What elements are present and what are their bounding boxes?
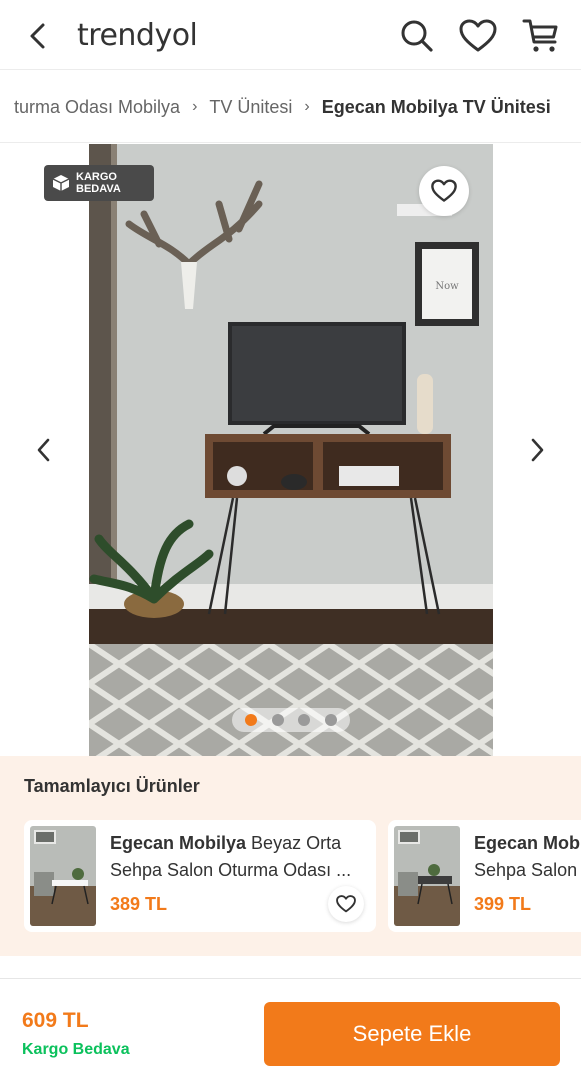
product-title[interactable]: Egecan Mobilya Beyaz Orta Sehpa Salon Ot… <box>110 830 368 884</box>
gallery-pagination <box>232 708 350 732</box>
box-icon <box>52 175 70 191</box>
svg-text:Now: Now <box>435 281 459 292</box>
product-gallery[interactable]: Now KARGO BEDAVA <box>0 144 581 756</box>
product-brand: Egecan Mobilya <box>110 833 247 853</box>
badge-line-2: BEDAVA <box>76 183 121 195</box>
chevron-right-icon: › <box>304 98 310 115</box>
back-button[interactable] <box>16 14 60 58</box>
product-image[interactable]: Now <box>89 144 493 756</box>
product-name: Sehpa Salon <box>474 860 578 880</box>
cart-icon <box>522 19 558 52</box>
breadcrumb-fade <box>0 71 16 142</box>
search-button[interactable] <box>395 14 439 58</box>
product-title[interactable]: Egecan Mob Sehpa Salon <box>474 830 581 884</box>
chevron-left-icon <box>30 23 45 49</box>
breadcrumb-item-tv-unit[interactable]: TV Ünitesi <box>209 97 292 118</box>
pagination-dot[interactable] <box>271 714 284 726</box>
search-icon <box>401 20 433 52</box>
add-to-cart-button[interactable]: Sepete Ekle <box>264 1002 560 1066</box>
product-price: 389 TL <box>110 894 168 914</box>
free-shipping-label: Kargo Bedava <box>22 1041 130 1058</box>
product-card[interactable]: Egecan Mob Sehpa Salon 399 TL <box>388 820 581 932</box>
complementary-products: Tamamlayıcı Ürünler Egecan Mobilya Beyaz… <box>0 756 581 956</box>
product-thumbnail[interactable] <box>30 826 96 926</box>
top-app-bar: trendyol <box>0 0 581 70</box>
pagination-dot-active[interactable] <box>245 714 258 726</box>
favorites-button[interactable] <box>456 14 500 58</box>
breadcrumb-current: Egecan Mobilya TV Ünitesi <box>321 96 551 117</box>
section-title: Tamamlayıcı Ürünler <box>24 776 200 796</box>
pagination-dot[interactable] <box>298 714 311 726</box>
heart-icon <box>431 179 457 202</box>
pagination-dot[interactable] <box>324 714 337 726</box>
add-to-favorites-button[interactable] <box>419 166 469 216</box>
bottom-action-bar: 609 TL Kargo Bedava Sepete Ekle <box>0 978 581 1080</box>
breadcrumb-item-living-room[interactable]: turma Odası Mobilya <box>14 97 180 118</box>
heart-icon <box>459 19 497 52</box>
brand-logo[interactable]: trendyol <box>77 14 198 58</box>
product-price: 609 TL <box>22 1009 89 1032</box>
product-thumbnail[interactable] <box>394 826 460 926</box>
badge-line-1: KARGO <box>76 171 117 183</box>
chevron-right-icon <box>531 438 544 462</box>
product-price: 399 TL <box>474 894 532 914</box>
chevron-left-icon <box>37 438 50 462</box>
tv-unit-photo: Now <box>89 144 493 756</box>
card-favorite-button[interactable] <box>328 886 364 922</box>
heart-icon <box>336 895 356 913</box>
cart-button[interactable] <box>519 14 563 58</box>
product-card[interactable]: Egecan Mobilya Beyaz Orta Sehpa Salon Ot… <box>24 820 376 932</box>
gallery-next-button[interactable] <box>515 428 559 472</box>
product-brand: Egecan Mob <box>474 833 581 853</box>
free-shipping-badge: KARGO BEDAVA <box>44 165 154 201</box>
gallery-prev-button[interactable] <box>22 428 66 472</box>
breadcrumb: turma Odası Mobilya › TV Ünitesi › Egeca… <box>0 71 581 143</box>
chevron-right-icon: › <box>192 98 198 115</box>
